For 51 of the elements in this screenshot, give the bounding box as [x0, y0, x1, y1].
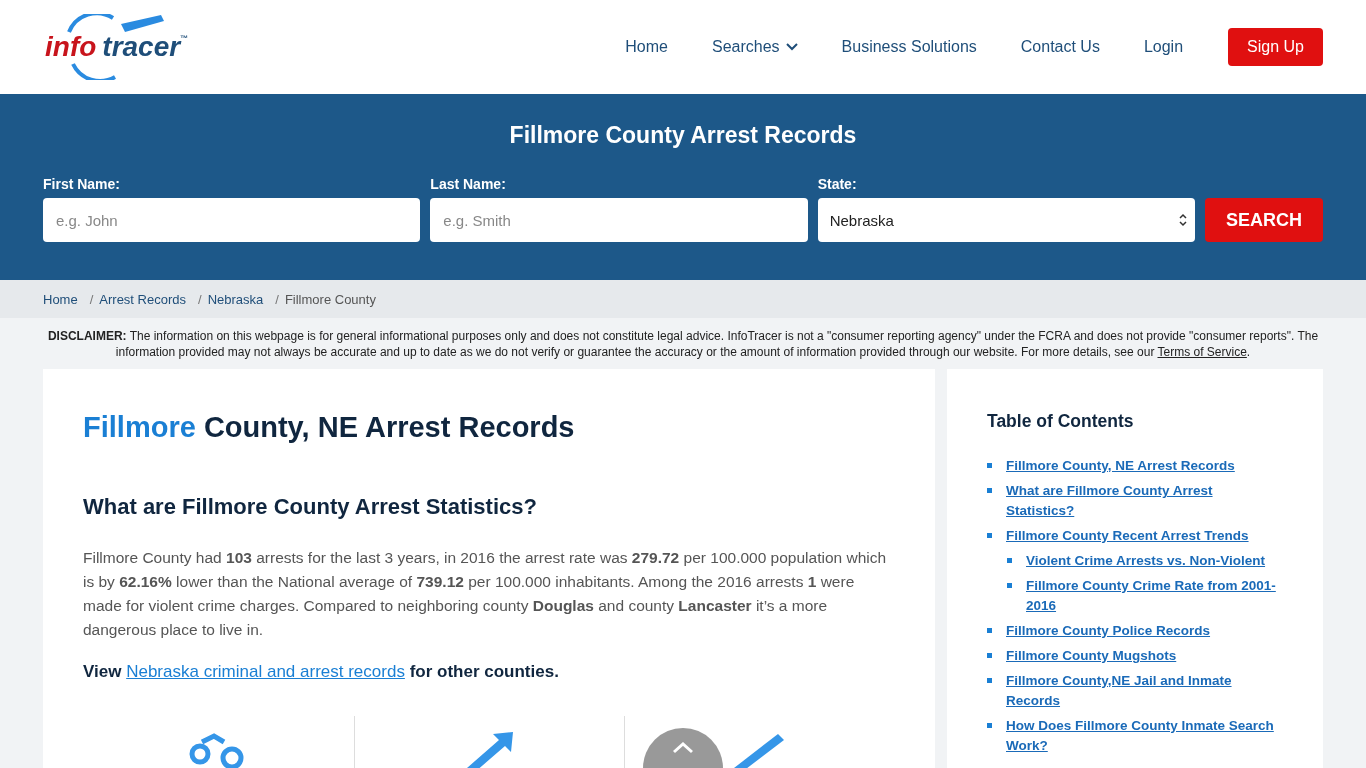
toc-link[interactable]: Fillmore County Recent Arrest Trends [1006, 526, 1249, 546]
bullet-icon [987, 533, 992, 538]
breadcrumb-link[interactable]: Arrest Records [99, 291, 186, 307]
search-button[interactable]: SEARCH [1205, 198, 1323, 242]
nav-link[interactable]: Contact Us [998, 38, 1122, 56]
breadcrumb-separator: / [89, 291, 94, 307]
toc-link[interactable]: Fillmore County Mugshots [1006, 646, 1177, 666]
logo[interactable]: info tracer™ [43, 14, 207, 80]
article-title: Fillmore County, NE Arrest Records [83, 411, 576, 444]
breadcrumb-link[interactable]: Nebraska [207, 291, 264, 307]
toc-link[interactable]: How Does Fillmore County Inmate Search Work? [1006, 716, 1283, 756]
toc-link[interactable]: Fillmore County Crime Rate from 2001-2016 [1026, 576, 1283, 616]
state-records-link[interactable]: Nebraska criminal and arrest records [126, 662, 405, 681]
bullet-icon [1007, 583, 1012, 588]
bullet-icon [1007, 558, 1012, 563]
up-down-arrows-icon [1179, 213, 1187, 227]
name-field[interactable]: e.g. John [43, 198, 421, 242]
chevron-up-icon [672, 742, 694, 754]
field-label: First Name: [43, 176, 122, 192]
bullet-icon [987, 653, 992, 658]
state-select[interactable]: Nebraska [817, 198, 1195, 242]
field-label: Last Name: [430, 176, 507, 192]
section-heading: What are Fillmore County Arrest Statistics? [83, 494, 538, 520]
field-label: State: [817, 176, 858, 192]
name-field[interactable]: e.g. Smith [430, 198, 808, 242]
sign-up-button[interactable]: Sign Up [1228, 28, 1323, 66]
toc-link[interactable]: What are Fillmore County Arrest Statistics? [1006, 481, 1283, 521]
bullet-icon [987, 463, 992, 468]
disclaimer-text: DISCLAIMER: The information on this webpage is for general informational purposes only and does not constitute legal advice. InfoTracer is not a "consumer reporting agency" under the FCRA and does not provide "consumer reports". The information provided may not always be accurate and up to date as we do not verify or guarantee the accuracy or the amount of information provided through our website. For more details, see our Terms of Service. [46, 328, 1320, 361]
bullet-icon [987, 628, 992, 633]
breadcrumb-link[interactable]: Fillmore County [284, 291, 376, 307]
nav-link[interactable]: Business Solutions [819, 38, 999, 56]
bullet-icon [987, 488, 992, 493]
breadcrumb-separator: / [275, 291, 279, 307]
toc-link[interactable]: Violent Crime Arrests vs. Non-Violent [1026, 551, 1266, 571]
toc-link[interactable]: Fillmore County,NE Jail and Inmate Records [1006, 671, 1283, 711]
terms-link[interactable]: Terms of Service [1157, 345, 1247, 359]
search-title: Fillmore County Arrest Records [508, 122, 858, 149]
bullet-icon [987, 678, 992, 683]
toc-link[interactable]: Fillmore County, NE Arrest Records [1006, 456, 1235, 476]
nav-dropdown[interactable]: Searches [690, 38, 820, 56]
bullet-icon [987, 723, 992, 728]
nav-link[interactable]: Login [1121, 38, 1206, 56]
toc-title: Table of Contents [987, 411, 1135, 432]
nav-link[interactable]: Home [603, 38, 690, 56]
toc-link[interactable]: Fillmore County Police Records [1006, 621, 1211, 641]
statistics-paragraph: Fillmore County had 103 arrests for the last 3 years, in 2016 the arrest rate was 279.72 per 100.000 population which is by 62.16% lower than the National average of 739.12 per 100.000 inhabitants. Among the 2016 arrests 1 were made for violent crime charges. Compared to neighboring county Douglas and county Lancaster it’s a more dangerous place to live in. [83, 548, 888, 640]
view-sentence: View Nebraska criminal and arrest records for other counties. [83, 662, 560, 682]
caret-icon [785, 43, 798, 51]
breadcrumb-separator: / [198, 291, 202, 307]
breadcrumb-link[interactable]: Home [43, 291, 78, 307]
